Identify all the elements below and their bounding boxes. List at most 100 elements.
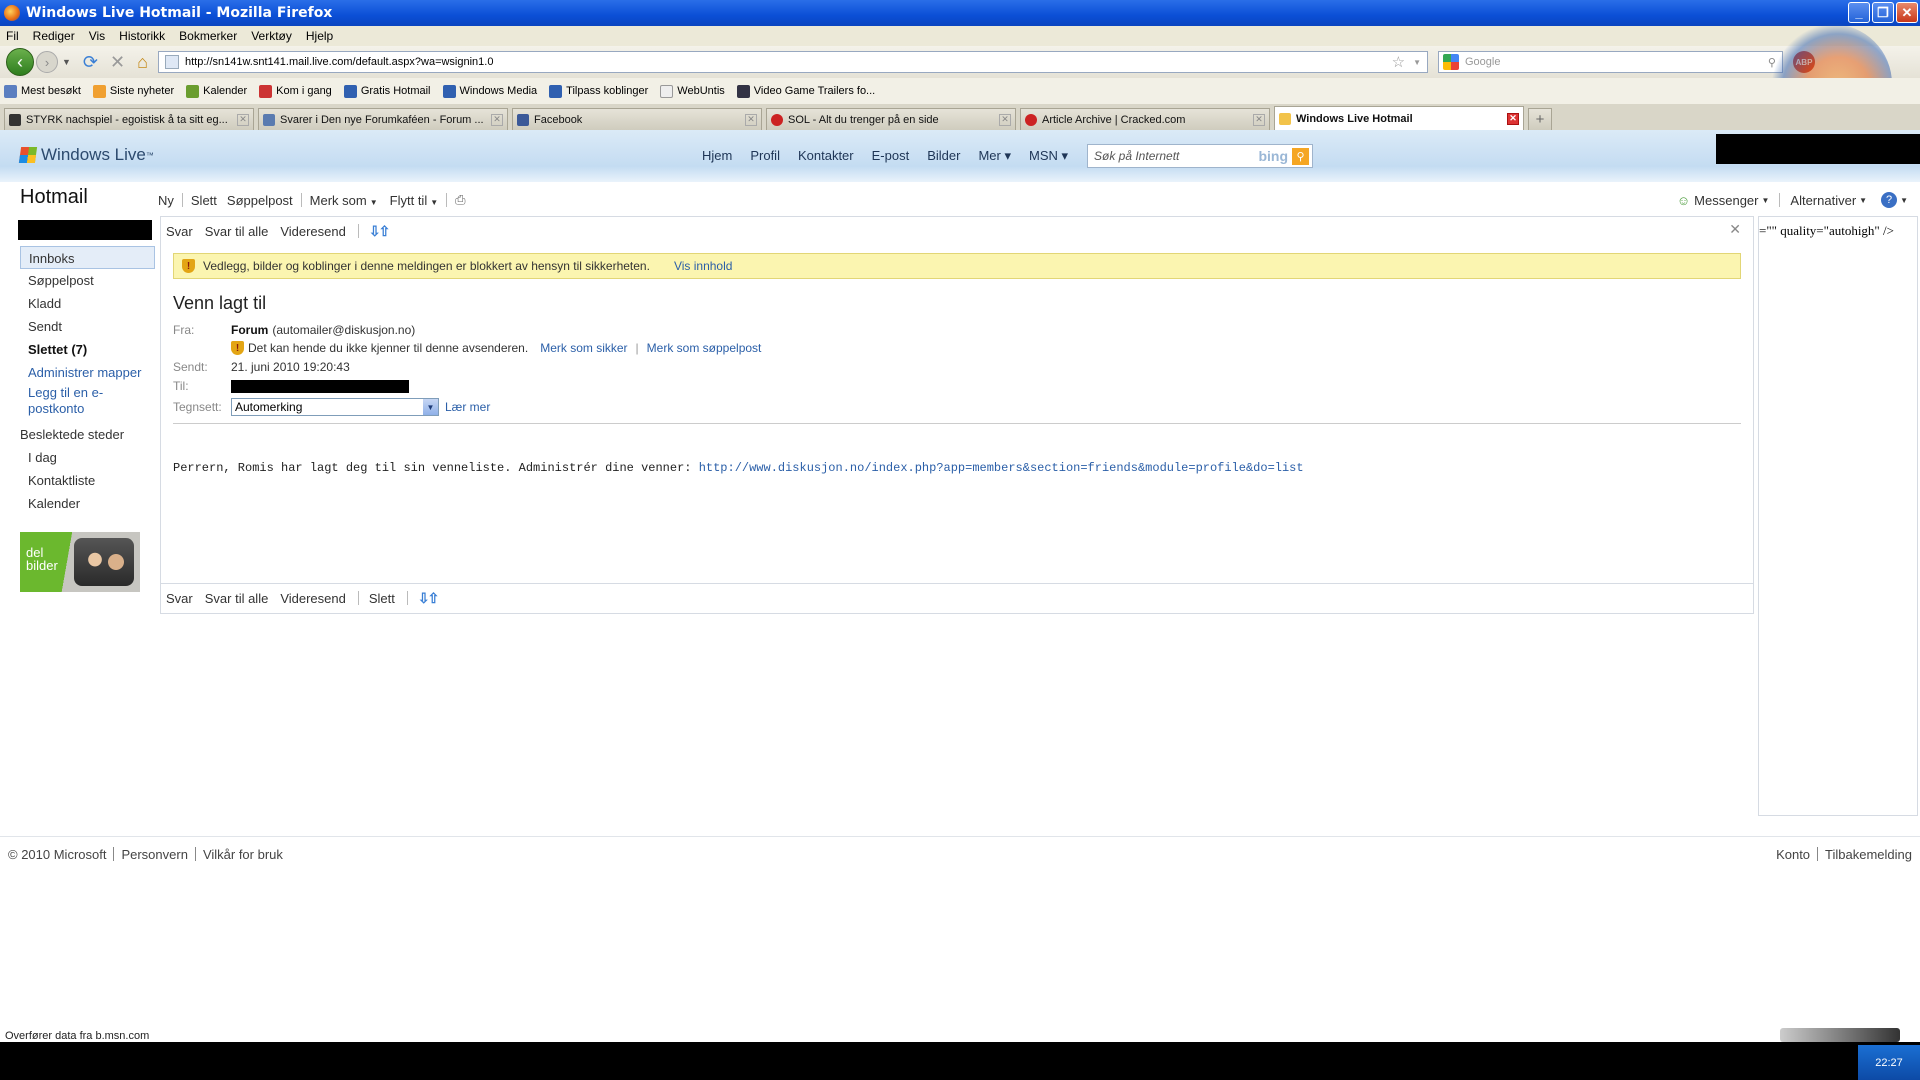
delete-button[interactable]: Slett [369, 591, 395, 606]
search-bar[interactable]: Google ⚲ [1437, 51, 1783, 73]
search-icon[interactable]: ⚲ [1768, 56, 1776, 69]
help-icon[interactable]: ? [1881, 192, 1898, 208]
status-addon[interactable] [1780, 1028, 1900, 1042]
forward-button[interactable]: Videresend [280, 224, 346, 239]
search-placeholder[interactable]: Google [1465, 56, 1500, 68]
hotmail-title[interactable]: Hotmail [20, 186, 88, 209]
promo-label[interactable]: del bilder [26, 546, 66, 572]
site-identity-icon[interactable] [164, 55, 179, 69]
tab-close-icon[interactable]: ✕ [1253, 113, 1265, 126]
forward-button[interactable]: › [36, 51, 58, 73]
bookmark-item[interactable]: Tilpass koblinger [549, 84, 648, 98]
junk-button[interactable]: Søppelpost [227, 193, 293, 208]
account-link[interactable]: Konto [1776, 847, 1810, 862]
folder-junk[interactable]: Søppelpost [20, 269, 155, 292]
related-calendar[interactable]: Kalender [20, 492, 155, 515]
browser-tab-active[interactable]: Windows Live Hotmail ✕ [1274, 106, 1524, 130]
menu-bookmarks[interactable]: Bokmerker [179, 29, 237, 43]
from-name[interactable]: Forum [231, 323, 268, 337]
nav-home[interactable]: Hjem [702, 148, 732, 164]
browser-tab[interactable]: Article Archive | Cracked.com ✕ [1020, 108, 1270, 130]
print-icon[interactable]: ⎙ [455, 192, 465, 208]
bookmark-item[interactable]: Siste nyheter [92, 84, 174, 98]
prev-next-arrows-icon[interactable]: ⇩⇧ [369, 223, 391, 240]
windows-live-logo[interactable]: Windows Live ™ [18, 145, 154, 165]
related-contacts[interactable]: Kontaktliste [20, 469, 155, 492]
reply-button[interactable]: Svar [166, 224, 193, 239]
chevron-down-icon[interactable]: ▼ [423, 399, 438, 415]
menu-edit[interactable]: Rediger [33, 29, 75, 43]
history-dropdown-icon[interactable]: ▼ [62, 57, 71, 67]
bookmark-item[interactable]: Kom i gang [259, 84, 332, 98]
nav-more[interactable]: Mer ▾ [978, 148, 1011, 164]
learn-more-link[interactable]: Lær mer [445, 400, 490, 414]
forward-button[interactable]: Videresend [280, 591, 346, 606]
menu-history[interactable]: Historikk [119, 29, 165, 43]
bookmark-item[interactable]: Mest besøkt [4, 84, 81, 98]
move-to-button[interactable]: Flytt til ▼ [390, 193, 438, 208]
address-url[interactable]: http://sn141w.snt141.mail.live.com/defau… [185, 56, 1392, 68]
friends-link[interactable]: http://www.diskusjon.no/index.php?app=me… [699, 461, 1304, 475]
nav-profile[interactable]: Profil [750, 148, 780, 164]
nav-photos[interactable]: Bilder [927, 148, 960, 164]
prev-next-arrows-icon[interactable]: ⇩⇧ [418, 590, 440, 607]
terms-link[interactable]: Vilkår for bruk [203, 847, 283, 862]
close-message-icon[interactable]: ✕ [1729, 221, 1741, 238]
charset-select[interactable]: Automerking ▼ [231, 398, 439, 416]
tab-close-icon[interactable]: ✕ [237, 113, 249, 126]
stop-icon[interactable]: ✕ [110, 52, 125, 73]
from-email[interactable]: (automailer@diskusjon.no) [272, 323, 415, 337]
share-photos-promo[interactable]: del bilder [20, 532, 140, 592]
show-content-link[interactable]: Vis innhold [674, 259, 733, 273]
menu-view[interactable]: Vis [89, 29, 105, 43]
home-icon[interactable]: ⌂ [137, 52, 148, 73]
tab-close-icon[interactable]: ✕ [745, 113, 757, 126]
menu-help[interactable]: Hjelp [306, 29, 333, 43]
bookmark-item[interactable]: Gratis Hotmail [343, 84, 431, 98]
new-button[interactable]: Ny [158, 193, 174, 208]
mark-junk-link[interactable]: Merk som søppelpost [647, 341, 762, 355]
folder-inbox[interactable]: Innboks [20, 246, 155, 269]
mark-as-button[interactable]: Merk som ▼ [310, 193, 378, 208]
bing-search-input[interactable]: Søk på Internett bing ⚲ [1087, 144, 1313, 168]
nav-contacts[interactable]: Kontakter [798, 148, 854, 164]
close-window-button[interactable]: ✕ [1896, 2, 1918, 23]
nav-msn[interactable]: MSN ▾ [1029, 148, 1068, 164]
back-button[interactable]: ‹ [6, 48, 34, 76]
reply-all-button[interactable]: Svar til alle [205, 224, 269, 239]
bookmark-item[interactable]: WebUntis [660, 84, 725, 98]
bookmark-item[interactable]: Windows Media [442, 84, 537, 98]
tab-close-icon[interactable]: ✕ [491, 113, 503, 126]
menu-tools[interactable]: Verktøy [251, 29, 292, 43]
folder-drafts[interactable]: Kladd [20, 292, 155, 315]
delete-button[interactable]: Slett [191, 193, 217, 208]
reply-all-button[interactable]: Svar til alle [205, 591, 269, 606]
related-today[interactable]: I dag [20, 446, 155, 469]
browser-tab[interactable]: Facebook ✕ [512, 108, 762, 130]
bookmark-item[interactable]: Kalender [186, 84, 247, 98]
search-icon[interactable]: ⚲ [1292, 147, 1309, 165]
messenger-button[interactable]: Messenger [1694, 193, 1758, 208]
bookmark-star-icon[interactable]: ☆ [1392, 53, 1405, 71]
mark-safe-link[interactable]: Merk som sikker [540, 341, 627, 355]
system-clock[interactable]: 22:27 [1858, 1045, 1920, 1080]
maximize-button[interactable]: ❐ [1872, 2, 1894, 23]
new-tab-button[interactable]: + [1528, 108, 1552, 130]
adblock-plus-icon[interactable]: ABP [1792, 51, 1815, 73]
url-dropdown-icon[interactable]: ▼ [1413, 58, 1421, 67]
minimize-button[interactable]: _ [1848, 2, 1870, 23]
google-engine-icon[interactable] [1442, 54, 1459, 70]
nav-email[interactable]: E-post [872, 148, 910, 164]
tab-close-icon[interactable]: ✕ [999, 113, 1011, 126]
privacy-link[interactable]: Personvern [121, 847, 187, 862]
menu-file[interactable]: Fil [6, 29, 19, 43]
bookmark-item[interactable]: Video Game Trailers fo... [736, 84, 875, 98]
options-button[interactable]: Alternativer [1790, 193, 1856, 208]
manage-folders-link[interactable]: Administrer mapper [20, 365, 155, 381]
browser-tab[interactable]: SOL - Alt du trenger på en side ✕ [766, 108, 1016, 130]
folder-sent[interactable]: Sendt [20, 315, 155, 338]
reload-icon[interactable]: ⟳ [83, 52, 98, 73]
feedback-link[interactable]: Tilbakemelding [1825, 847, 1912, 862]
browser-tab[interactable]: Svarer i Den nye Forumkaféen - Forum ...… [258, 108, 508, 130]
add-account-link[interactable]: Legg til en e-postkonto [20, 385, 120, 417]
